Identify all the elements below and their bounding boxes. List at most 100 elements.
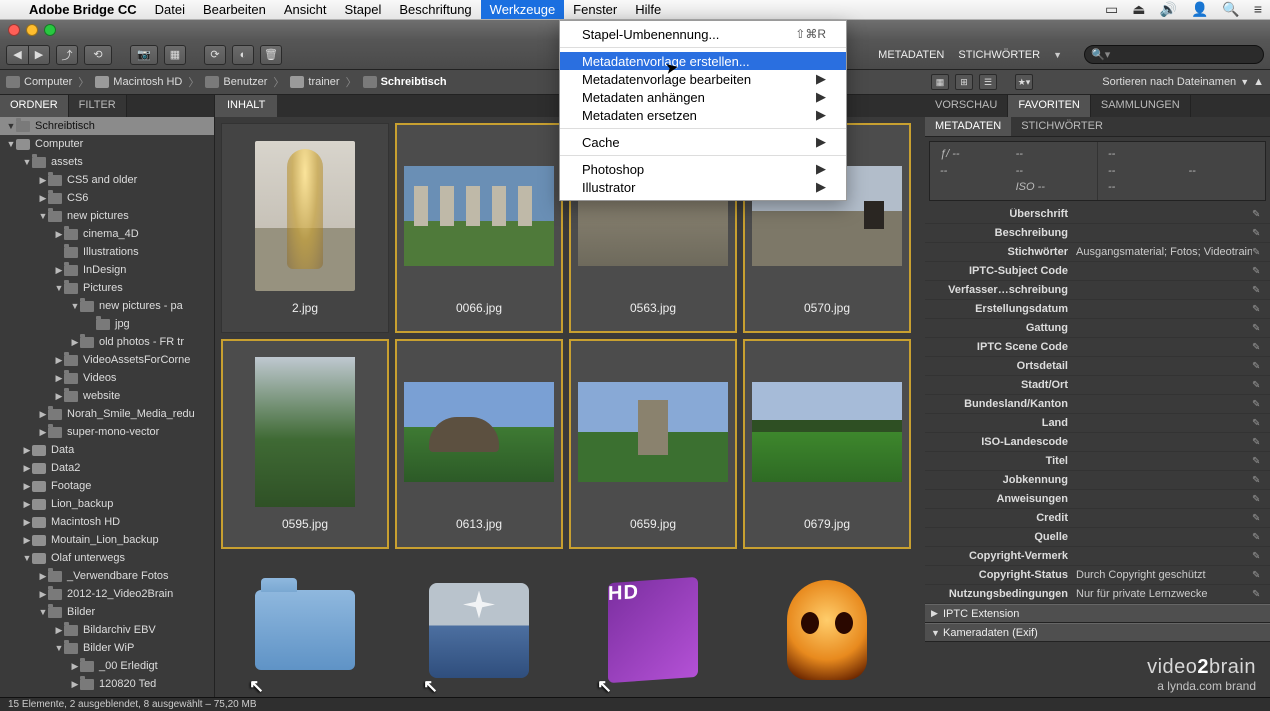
tree-item[interactable]: Illustrations (0, 243, 214, 261)
tree-item[interactable]: ▶InDesign (0, 261, 214, 279)
close-icon[interactable] (8, 24, 20, 36)
tree-item[interactable]: ▶Moutain_Lion_backup (0, 531, 214, 549)
menu-item[interactable]: Photoshop▶ (560, 160, 846, 178)
metadata-section[interactable]: ▼Kameradaten (Exif) (925, 623, 1270, 642)
thumbnail[interactable]: 0679.jpg (743, 339, 911, 549)
zoom-icon[interactable] (44, 24, 56, 36)
workspace-chevron-icon[interactable]: ▼ (1053, 50, 1062, 60)
menu-item[interactable]: Metadaten anhängen▶ (560, 88, 846, 106)
metadata-row[interactable]: ISO-Landescode✎ (925, 433, 1270, 452)
thumbnail[interactable]: 0613.jpg (395, 339, 563, 549)
breadcrumb-schreibtisch[interactable]: Schreibtisch (363, 76, 447, 88)
edit-pencil-icon[interactable]: ✎ (1252, 513, 1264, 524)
menu-hilfe[interactable]: Hilfe (626, 0, 670, 19)
thumbnail[interactable]: 0066.jpg (395, 123, 563, 333)
edit-pencil-icon[interactable]: ✎ (1252, 437, 1264, 448)
tree-item[interactable]: ▶old photos - FR tr (0, 333, 214, 351)
metadata-row[interactable]: Gattung✎ (925, 319, 1270, 338)
breadcrumb-macintosh-hd[interactable]: Macintosh HD (95, 76, 182, 88)
workspace-keywords[interactable]: STICHWÖRTER (954, 49, 1044, 61)
eject-icon[interactable]: ⏏ (1132, 1, 1145, 18)
tree-item[interactable]: ▶cinema_4D (0, 225, 214, 243)
subtab-metadaten[interactable]: METADATEN (925, 117, 1011, 136)
nav-forward-button[interactable]: ▶ (28, 45, 50, 65)
tree-item[interactable]: ▶Macintosh HD (0, 513, 214, 531)
edit-pencil-icon[interactable]: ✎ (1252, 551, 1264, 562)
tab-filter[interactable]: FILTER (69, 95, 127, 117)
trash-button[interactable]: 🗑 (260, 45, 282, 65)
metadata-row[interactable]: IPTC Scene Code✎ (925, 338, 1270, 357)
edit-pencil-icon[interactable]: ✎ (1252, 342, 1264, 353)
breadcrumb-benutzer[interactable]: Benutzer (205, 76, 267, 88)
tree-item[interactable]: ▼Bilder WiP (0, 639, 214, 657)
tree-item[interactable]: ▶CS6 (0, 189, 214, 207)
menu-datei[interactable]: Datei (146, 0, 194, 19)
thumbnail[interactable]: 0595.jpg (221, 339, 389, 549)
tree-item[interactable]: ▶Lion_backup (0, 495, 214, 513)
edit-pencil-icon[interactable]: ✎ (1252, 399, 1264, 410)
open-camera-raw-button[interactable]: ◐ (232, 45, 254, 65)
view-lock-button[interactable]: ⊞ (955, 74, 973, 90)
edit-pencil-icon[interactable]: ✎ (1252, 228, 1264, 239)
menu-werkzeuge[interactable]: Werkzeuge (481, 0, 565, 19)
breadcrumb-trainer[interactable]: trainer (290, 76, 339, 88)
metadata-row[interactable]: Erstellungsdatum✎ (925, 300, 1270, 319)
metadata-row[interactable]: Titel✎ (925, 452, 1270, 471)
reveal-button[interactable]: ⤴ (56, 45, 78, 65)
tree-item[interactable]: jpg (0, 315, 214, 333)
edit-pencil-icon[interactable]: ✎ (1252, 285, 1264, 296)
display-icon[interactable]: ▭ (1105, 1, 1118, 18)
metadata-row[interactable]: Bundesland/Kanton✎ (925, 395, 1270, 414)
tree-item[interactable]: ▶Data (0, 441, 214, 459)
workspace-metadata[interactable]: METADATEN (874, 49, 948, 61)
refine-button[interactable]: ▦ (164, 45, 186, 65)
tree-item[interactable]: ▼assets (0, 153, 214, 171)
tree-item[interactable]: ▶Videos (0, 369, 214, 387)
tree-item[interactable]: ▼Schreibtisch (0, 117, 214, 135)
search-input[interactable]: 🔍▾ (1084, 45, 1264, 64)
folder-thumbnail[interactable] (743, 555, 911, 697)
edit-pencil-icon[interactable]: ✎ (1252, 266, 1264, 277)
sort-direction-icon[interactable]: ▲ (1253, 76, 1264, 88)
volume-icon[interactable]: 🔊 (1160, 1, 1177, 18)
menu-fenster[interactable]: Fenster (564, 0, 626, 19)
menu-app[interactable]: Adobe Bridge CC (20, 0, 146, 19)
tree-item[interactable]: ▶Norah_Smile_Media_redu (0, 405, 214, 423)
tree-item[interactable]: ▼new pictures (0, 207, 214, 225)
tab-vorschau[interactable]: VORSCHAU (925, 95, 1008, 117)
tree-item[interactable]: ▶super-mono-vector (0, 423, 214, 441)
tree-item[interactable]: ▶120820 Ted (0, 675, 214, 693)
metadata-row[interactable]: Überschrift✎ (925, 205, 1270, 224)
metadata-row[interactable]: Land✎ (925, 414, 1270, 433)
tree-item[interactable]: ▼Bilder (0, 603, 214, 621)
edit-pencil-icon[interactable]: ✎ (1252, 532, 1264, 543)
metadata-row[interactable]: Verfasser…schreibung✎ (925, 281, 1270, 300)
menu-item[interactable]: Metadaten ersetzen▶ (560, 106, 846, 124)
menu-item[interactable]: Stapel-Umbenennung...⇧⌘R (560, 25, 846, 43)
tree-item[interactable]: ▶Data2 (0, 459, 214, 477)
tree-item[interactable]: ▶2012-12_Video2Brain (0, 585, 214, 603)
minimize-icon[interactable] (26, 24, 38, 36)
metadata-row[interactable]: Copyright-StatusDurch Copyright geschütz… (925, 566, 1270, 585)
thumbnail[interactable]: 0659.jpg (569, 339, 737, 549)
view-grid-button[interactable]: ▦ (931, 74, 949, 90)
metadata-row[interactable]: Jobkennung✎ (925, 471, 1270, 490)
metadata-row[interactable]: Copyright-Vermerk✎ (925, 547, 1270, 566)
metadata-row[interactable]: Credit✎ (925, 509, 1270, 528)
nav-back-button[interactable]: ◀ (6, 45, 28, 65)
menu-stapel[interactable]: Stapel (336, 0, 391, 19)
tree-item[interactable]: ▶Bildarchiv EBV (0, 621, 214, 639)
metadata-row[interactable]: NutzungsbedingungenNur für private Lernz… (925, 585, 1270, 604)
edit-pencil-icon[interactable]: ✎ (1252, 570, 1264, 581)
tab-ordner[interactable]: ORDNER (0, 95, 69, 117)
menu-item[interactable]: Cache▶ (560, 133, 846, 151)
menu-ansicht[interactable]: Ansicht (275, 0, 336, 19)
tree-item[interactable]: ▼Computer (0, 135, 214, 153)
tree-item[interactable]: ▶VideoAssetsForCorne (0, 351, 214, 369)
folder-thumbnail[interactable]: ↗ (395, 555, 563, 697)
metadata-row[interactable]: Stadt/Ort✎ (925, 376, 1270, 395)
menu-item[interactable]: Metadatenvorlage bearbeiten▶ (560, 70, 846, 88)
menu-item[interactable]: Illustrator▶ (560, 178, 846, 196)
tree-item[interactable]: ▼Olaf unterwegs (0, 549, 214, 567)
open-recent-button[interactable]: ⟳ (204, 45, 226, 65)
